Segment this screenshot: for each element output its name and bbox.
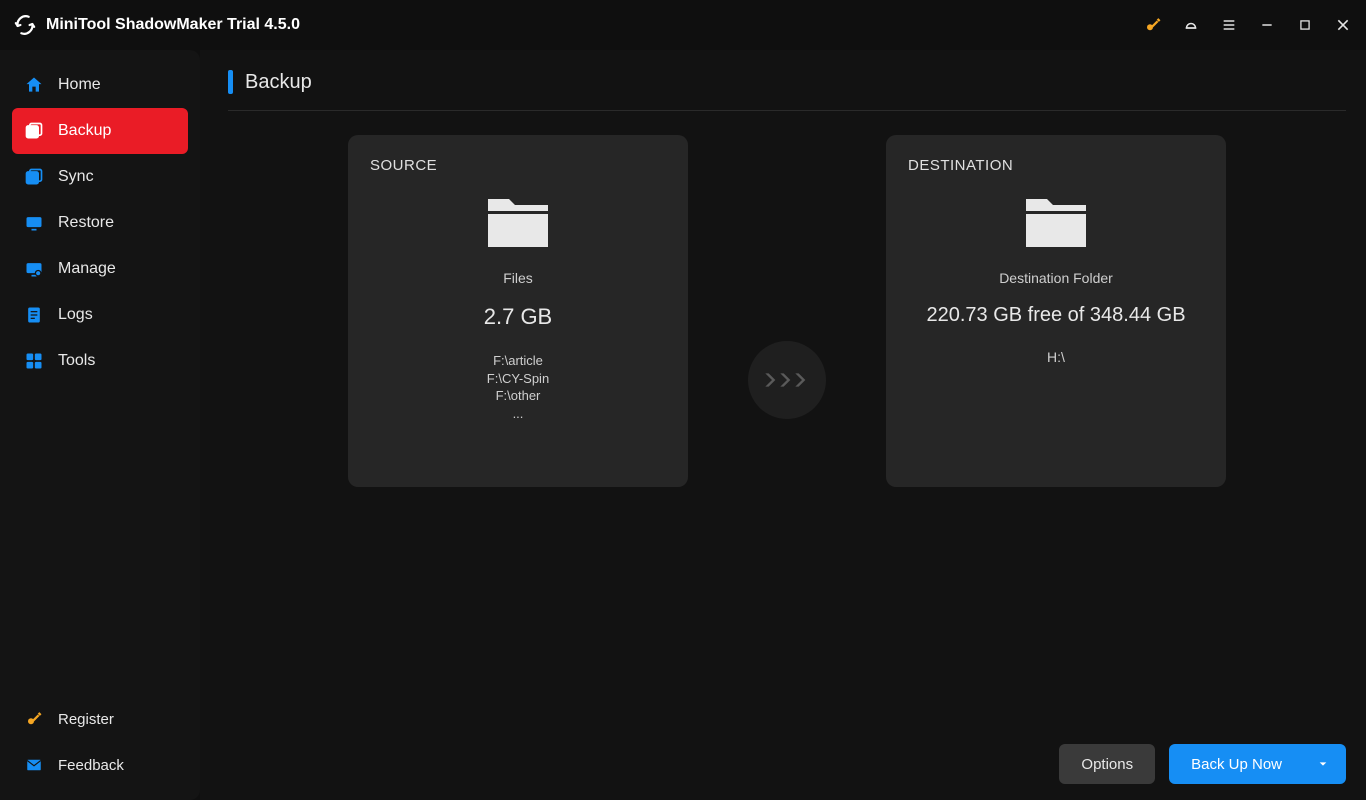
destination-subtitle: Destination Folder <box>999 270 1113 286</box>
destination-card[interactable]: DESTINATION Destination Folder 220.73 GB… <box>886 135 1226 487</box>
tools-icon <box>24 351 44 371</box>
destination-header: DESTINATION <box>908 157 1013 174</box>
sync-icon <box>24 167 44 187</box>
sidebar: Home Backup Sync Restore <box>0 50 200 800</box>
caret-down-icon <box>1318 759 1328 769</box>
sidebar-item-label: Tools <box>58 352 95 370</box>
back-up-now-label: Back Up Now <box>1191 756 1282 773</box>
app-title: MiniTool ShadowMaker Trial 4.5.0 <box>46 16 300 34</box>
source-path-line: F:\article <box>487 352 549 370</box>
page-header: Backup <box>228 70 1346 111</box>
sidebar-item-label: Restore <box>58 214 114 232</box>
title-right <box>1144 16 1352 34</box>
sidebar-bottom-register[interactable]: Register <box>12 698 188 740</box>
source-header: SOURCE <box>370 157 437 174</box>
options-button[interactable]: Options <box>1059 744 1155 784</box>
back-up-now-button[interactable]: Back Up Now <box>1169 744 1346 784</box>
main-panel: Backup SOURCE Files 2.7 GB F:\article F:… <box>200 50 1366 800</box>
sidebar-item-sync[interactable]: Sync <box>12 154 188 200</box>
source-path-line: F:\other <box>487 387 549 405</box>
home-icon <box>24 75 44 95</box>
sidebar-item-manage[interactable]: Manage <box>12 246 188 292</box>
source-subtitle: Files <box>503 270 533 286</box>
sidebar-item-label: Manage <box>58 260 116 278</box>
register-key-icon <box>24 709 44 729</box>
maximize-icon[interactable] <box>1296 16 1314 34</box>
sidebar-item-label: Backup <box>58 122 111 140</box>
arrow-between-icon <box>748 341 826 419</box>
minimize-icon[interactable] <box>1258 16 1276 34</box>
sidebar-item-backup[interactable]: Backup <box>12 108 188 154</box>
key-icon[interactable] <box>1144 16 1162 34</box>
restore-icon <box>24 213 44 233</box>
sidebar-item-restore[interactable]: Restore <box>12 200 188 246</box>
manage-icon <box>24 259 44 279</box>
page-title: Backup <box>245 71 312 94</box>
notification-icon[interactable] <box>1182 16 1200 34</box>
destination-drive: H:\ <box>1047 349 1065 365</box>
sidebar-bottom-feedback[interactable]: Feedback <box>12 744 188 786</box>
sidebar-item-home[interactable]: Home <box>12 62 188 108</box>
cards-row: SOURCE Files 2.7 GB F:\article F:\CY-Spi… <box>228 111 1346 487</box>
logs-icon <box>24 305 44 325</box>
folder-icon <box>482 190 554 250</box>
titlebar: MiniTool ShadowMaker Trial 4.5.0 <box>0 0 1366 50</box>
sidebar-item-label: Sync <box>58 168 94 186</box>
options-button-label: Options <box>1081 756 1133 773</box>
feedback-mail-icon <box>24 755 44 775</box>
app-logo-icon <box>14 14 36 36</box>
backup-icon <box>24 121 44 141</box>
sidebar-item-tools[interactable]: Tools <box>12 338 188 384</box>
menu-icon[interactable] <box>1220 16 1238 34</box>
sidebar-item-logs[interactable]: Logs <box>12 292 188 338</box>
source-card[interactable]: SOURCE Files 2.7 GB F:\article F:\CY-Spi… <box>348 135 688 487</box>
sidebar-item-label: Home <box>58 76 101 94</box>
source-size: 2.7 GB <box>484 304 552 330</box>
title-left: MiniTool ShadowMaker Trial 4.5.0 <box>14 14 300 36</box>
sidebar-item-label: Logs <box>58 306 93 324</box>
destination-free: 220.73 GB free of 348.44 GB <box>926 304 1185 327</box>
sidebar-bottom-label: Feedback <box>58 757 124 774</box>
folder-icon <box>1020 190 1092 250</box>
sidebar-bottom-label: Register <box>58 711 114 728</box>
accent-bar <box>228 70 233 94</box>
source-path-line: ... <box>487 405 549 423</box>
footer: Options Back Up Now <box>228 744 1346 784</box>
source-paths: F:\article F:\CY-Spin F:\other ... <box>487 352 549 422</box>
source-path-line: F:\CY-Spin <box>487 370 549 388</box>
close-icon[interactable] <box>1334 16 1352 34</box>
